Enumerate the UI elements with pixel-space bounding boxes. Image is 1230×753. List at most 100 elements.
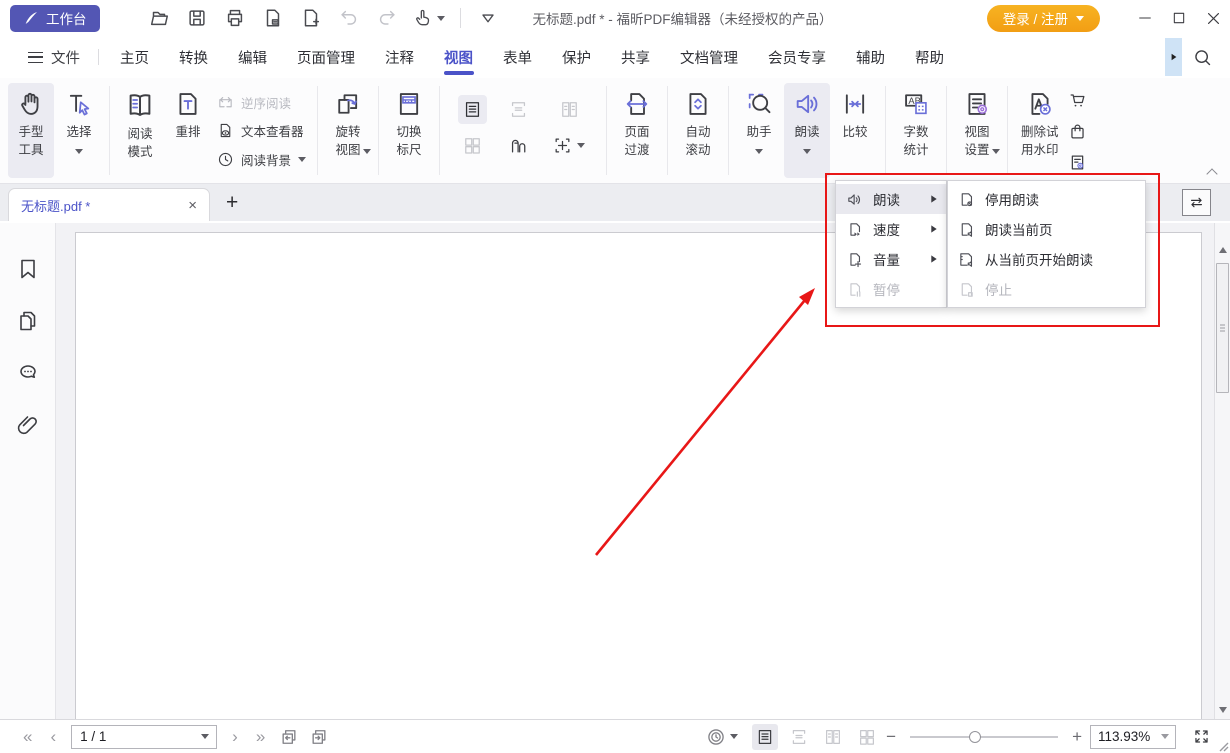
cart-button[interactable] — [1068, 91, 1087, 110]
text-viewer-button[interactable]: 文本查看器 — [217, 120, 306, 142]
window-resize-grip[interactable] — [1215, 738, 1229, 752]
status-layout-quad-button[interactable] — [854, 724, 880, 750]
layout-split-caret-icon — [577, 143, 585, 148]
menu-tab-help[interactable]: 帮助 — [900, 36, 959, 78]
menu-tab-comment[interactable]: 注释 — [370, 36, 429, 78]
rotate-view-button[interactable]: 旋转视图 — [325, 83, 371, 178]
read-aloud-button[interactable]: 朗读 — [784, 83, 830, 178]
workbench-button[interactable]: 工作台 — [10, 5, 100, 32]
zoom-in-button[interactable]: + — [1070, 727, 1084, 747]
vertical-scrollbar[interactable] — [1214, 223, 1230, 719]
previous-view-button[interactable] — [274, 727, 304, 747]
open-file-button[interactable] — [140, 3, 178, 33]
layout-continuous-button[interactable] — [509, 100, 528, 119]
next-view-button[interactable] — [304, 727, 334, 747]
menu-item-deactivate-read[interactable]: 停用朗读 — [948, 184, 1145, 214]
menu-tab-convert[interactable]: 转换 — [164, 36, 223, 78]
toggle-ruler-button[interactable]: 切换标尺 — [386, 83, 432, 178]
status-layout-facing-button[interactable] — [820, 724, 846, 750]
prev-page-button[interactable]: ‹ — [41, 728, 65, 745]
pages-panel-button[interactable] — [16, 309, 40, 333]
menu-tab-home[interactable]: 主页 — [105, 36, 164, 78]
bookmarks-panel-button[interactable] — [16, 257, 40, 281]
last-page-button[interactable]: » — [247, 728, 274, 745]
menu-item-read-from-current-page[interactable]: 从当前页开始朗读 — [948, 244, 1145, 274]
export-page-button[interactable] — [254, 3, 292, 33]
page-number-input[interactable]: 1 / 1 — [71, 725, 217, 749]
reflow-button[interactable]: 重排 — [165, 83, 211, 178]
undo-button[interactable] — [330, 3, 368, 33]
page-settings-button[interactable] — [1068, 153, 1087, 172]
scroll-down-button[interactable] — [1215, 707, 1230, 713]
create-page-button[interactable] — [292, 3, 330, 33]
menu-tab-share[interactable]: 共享 — [606, 36, 665, 78]
page-transition-button[interactable]: 页面过渡 — [614, 83, 660, 178]
touch-mode-button[interactable] — [406, 3, 452, 33]
collapse-ribbon-button[interactable] — [1208, 168, 1218, 175]
zoom-input[interactable]: 113.93% — [1090, 725, 1176, 749]
reading-background-button[interactable]: 阅读背景 — [217, 148, 306, 170]
zoom-out-button[interactable]: − — [884, 727, 898, 747]
menu-tab-page-manage[interactable]: 页面管理 — [282, 36, 370, 78]
menu-item-read-current-page[interactable]: 朗读当前页 — [948, 214, 1145, 244]
redo-button[interactable] — [368, 3, 406, 33]
menu-tab-protect[interactable]: 保护 — [547, 36, 606, 78]
hand-tool-button[interactable]: 手型工具 — [8, 83, 54, 178]
menu-item-pause[interactable]: 暂停 — [836, 274, 946, 304]
reverse-reading-button[interactable]: 逆序阅读 — [217, 91, 306, 113]
document-tab[interactable]: 无标题.pdf * × — [8, 188, 210, 221]
layout-quad-button[interactable] — [463, 136, 482, 155]
next-page-button[interactable]: › — [223, 728, 247, 745]
reading-timer-button[interactable] — [704, 727, 728, 747]
read-aloud-menu: 朗读 速度 音量 暂停 — [835, 180, 947, 308]
first-page-button[interactable]: « — [14, 728, 41, 745]
workbench-label: 工作台 — [46, 8, 87, 28]
zoom-slider[interactable] — [910, 736, 1058, 738]
chevron-down-icon[interactable] — [469, 3, 507, 33]
tab-close-icon[interactable]: × — [188, 197, 197, 214]
view-settings-button[interactable]: 视图设置 — [954, 83, 1000, 178]
scroll-up-button[interactable] — [1215, 247, 1230, 253]
switch-document-button[interactable] — [1182, 189, 1211, 216]
select-button[interactable]: 选择 — [56, 83, 102, 178]
word-count-button[interactable]: AB 字数统计 — [893, 83, 939, 178]
read-aloud-submenu: 停用朗读 朗读当前页 从当前页开始朗读 停止 — [947, 180, 1146, 308]
menu-tab-view[interactable]: 视图 — [429, 36, 488, 78]
login-register-button[interactable]: 登录 / 注册 — [987, 5, 1100, 32]
menu-item-volume[interactable]: 音量 — [836, 244, 946, 274]
minimize-button[interactable] — [1128, 3, 1162, 33]
print-button[interactable] — [216, 3, 254, 33]
ribbon-expand-button[interactable] — [1165, 38, 1182, 76]
close-button[interactable] — [1196, 3, 1230, 33]
read-mode-button[interactable]: 阅读模式 — [117, 83, 163, 178]
layout-split-button[interactable] — [553, 136, 585, 155]
save-button[interactable] — [178, 3, 216, 33]
zoom-slider-knob[interactable] — [969, 731, 981, 743]
menu-item-read[interactable]: 朗读 — [836, 184, 946, 214]
comments-panel-button[interactable] — [16, 361, 40, 385]
menu-tab-member[interactable]: 会员专享 — [753, 36, 841, 78]
menu-item-speed[interactable]: 速度 — [836, 214, 946, 244]
search-button[interactable] — [1182, 47, 1222, 68]
shop-bag-button[interactable] — [1068, 122, 1087, 141]
layout-separate-cover-button[interactable] — [509, 136, 528, 155]
menu-item-stop[interactable]: 停止 — [948, 274, 1145, 304]
new-tab-button[interactable]: + — [226, 192, 238, 213]
scrollbar-thumb[interactable] — [1216, 263, 1229, 393]
assistant-button[interactable]: 助手 — [736, 83, 782, 178]
menu-tab-form[interactable]: 表单 — [488, 36, 547, 78]
menu-tab-doc-manage[interactable]: 文档管理 — [665, 36, 753, 78]
status-layout-continuous-button[interactable] — [786, 724, 812, 750]
fullscreen-button[interactable] — [1186, 727, 1216, 746]
status-layout-single-button[interactable] — [752, 724, 778, 750]
menu-tab-edit[interactable]: 编辑 — [223, 36, 282, 78]
layout-single-page-button[interactable] — [458, 95, 487, 124]
menu-file[interactable]: 文件 — [16, 36, 92, 78]
maximize-button[interactable] — [1162, 3, 1196, 33]
attachments-panel-button[interactable] — [16, 413, 40, 437]
remove-trial-watermark-button[interactable]: 删除试用水印 — [1015, 83, 1064, 178]
auto-scroll-button[interactable]: 自动滚动 — [675, 83, 721, 178]
menu-tab-accessibility[interactable]: 辅助 — [841, 36, 900, 78]
layout-facing-button[interactable] — [560, 100, 579, 119]
compare-button[interactable]: 比较 — [832, 83, 878, 178]
